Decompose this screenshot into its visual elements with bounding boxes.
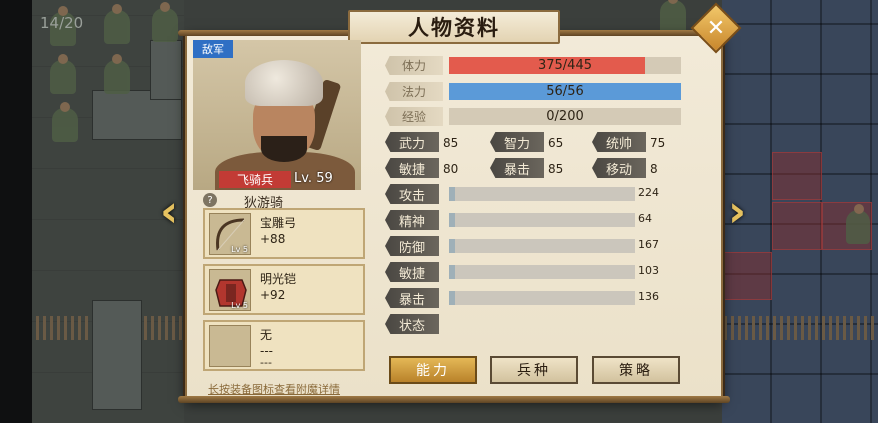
map-soldier[interactable] [660,0,686,34]
attr-intelligence-label: 智力 [490,132,544,152]
stat-defense-bar [449,239,635,253]
attr-agility-value: 80 [443,162,459,176]
attr-leadership-label: 统帅 [592,132,646,152]
map-wall [150,40,182,100]
unit-portrait [193,40,361,190]
map-fence [144,316,184,340]
exp-bar: 0/200 [449,108,681,125]
map-soldier[interactable] [50,54,76,94]
screen-left-edge [0,0,32,423]
equipment-level: Lv 5 [231,301,248,310]
equipment-bonus: +88 [260,232,286,246]
dialog-title-plate: 人物资料 [348,10,560,44]
stat-defense-value: 167 [638,238,659,251]
exp-label: 经验 [385,107,443,126]
attr-leadership-value: 75 [650,136,666,150]
stat-agility-value: 103 [638,264,659,277]
map-enemy-cell [722,252,772,300]
tab-ability[interactable]: 能力 [389,356,477,384]
map-soldier[interactable] [846,204,870,244]
stat-defense-label: 防御 [385,236,439,256]
mp-label: 法力 [385,82,443,101]
map-enemy-cell [772,152,822,200]
equipment-bonus: +92 [260,288,286,302]
equipment-hint-link[interactable]: 长按装备图标查看附魔详情 [208,381,340,397]
tab-strategy[interactable]: 策略 [592,356,680,384]
attr-critical-label: 暴击 [490,158,544,178]
map-soldier[interactable] [104,54,130,94]
stat-critical-fill [449,291,455,305]
stat-attack-label: 攻击 [385,184,439,204]
equipment-extra: --- [260,356,272,369]
stat-status-label: 状态 [385,314,439,334]
map-stairs [92,300,142,410]
attr-intelligence-value: 65 [548,136,564,150]
stat-attack-bar [449,187,635,201]
hp-label: 体力 [385,56,443,75]
equipment-level: Lv 5 [231,245,248,254]
portrait-beard [261,136,307,162]
question-icon[interactable]: ? [203,193,217,207]
bow-icon[interactable]: Lv 5 [209,213,251,255]
exp-value: 0/200 [546,109,584,124]
map-soldier[interactable] [52,102,78,142]
attr-movement-value: 8 [650,162,658,176]
stat-defense-fill [449,239,455,253]
stat-critical-label: 暴击 [385,288,439,308]
stat-agility-fill [449,265,455,279]
unit-level: Lv. 59 [294,171,333,186]
stat-spirit-label: 精神 [385,210,439,230]
equipment-name: 宝雕弓 [260,216,297,230]
dialog-title: 人物资料 [408,15,500,40]
hp-value: 375/445 [537,58,592,73]
equipment-name: 无 [260,328,273,342]
attr-strength-value: 85 [443,136,459,150]
fur-hat [245,60,323,106]
stat-critical-bar [449,291,635,305]
stat-spirit-value: 64 [638,212,652,225]
attr-agility-label: 敏捷 [385,158,439,178]
armor-icon[interactable]: Lv 5 [209,269,251,311]
next-unit-arrow-icon[interactable]: › [728,190,746,234]
empty-slot-icon[interactable] [209,325,251,367]
equipment-slot-accessory[interactable]: 无 --- --- [203,320,365,371]
stat-spirit-fill [449,213,455,227]
map-soldier[interactable] [104,4,130,44]
map-fence [36,316,92,340]
map-soldier[interactable] [152,2,178,42]
game-screen: 14/20 ‹ › 人物资料 ✕ 敌军 飞骑兵 Lv. 59 ? 狄游骑 Lv … [0,0,878,423]
map-enemy-cell [772,202,822,250]
tab-troop-type[interactable]: 兵种 [490,356,578,384]
hp-bar: 375/445 [449,57,681,74]
stat-attack-fill [449,187,455,201]
enemy-tag: 敌军 [193,40,233,58]
attr-strength-label: 武力 [385,132,439,152]
mp-value: 56/56 [546,84,584,99]
stat-spirit-bar [449,213,635,227]
prev-unit-arrow-icon[interactable]: ‹ [160,190,178,234]
attr-critical-value: 85 [548,162,564,176]
mp-bar: 56/56 [449,83,681,100]
equipment-slot-armor[interactable]: Lv 5 明光铠 +92 [203,264,365,315]
stat-agility-label: 敏捷 [385,262,439,282]
unit-type-tag: 飞骑兵 [219,171,291,188]
turn-counter: 14/20 [40,14,84,32]
equipment-name: 明光铠 [260,272,297,286]
map-fence [724,316,874,340]
close-x-icon: ✕ [706,15,726,41]
scroll-rod-bottom [178,396,730,403]
attr-movement-label: 移动 [592,158,646,178]
stat-agility-bar [449,265,635,279]
equipment-slot-weapon[interactable]: Lv 5 宝雕弓 +88 [203,208,365,259]
stat-critical-value: 136 [638,290,659,303]
stat-attack-value: 224 [638,186,659,199]
